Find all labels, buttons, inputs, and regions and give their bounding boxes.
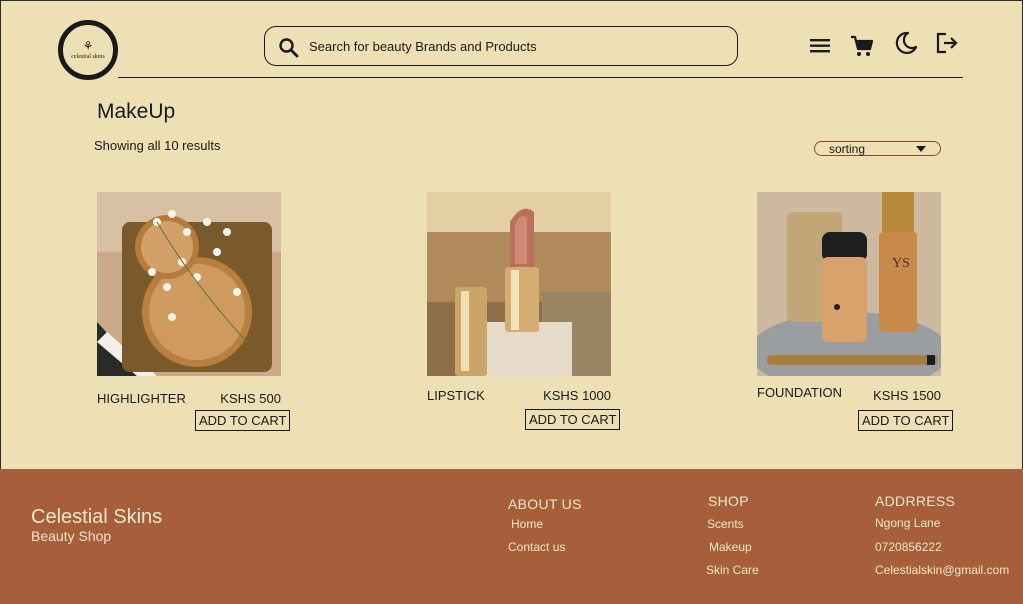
sort-dropdown[interactable]: sorting (814, 141, 941, 156)
site-footer: Celestial Skins Beauty Shop ABOUT US Hom… (0, 469, 1023, 604)
product-price: KSHS 500 (220, 391, 281, 406)
svg-text:YS: YS (892, 256, 910, 271)
footer-link-makeup[interactable]: Makeup (709, 540, 752, 554)
footer-shop-heading: SHOP (708, 493, 749, 509)
foundation-product-image[interactable]: YS (757, 192, 941, 376)
product-card-highlighter: HIGHLIGHTER KSHS 500 ADD TO CART (97, 192, 291, 437)
caret-down-icon (916, 146, 926, 152)
result-count: Showing all 10 results (94, 138, 221, 153)
add-to-cart-button[interactable]: ADD TO CART (195, 410, 291, 431)
menu-icon[interactable] (807, 33, 833, 59)
footer-address-phone: 0720856222 (875, 540, 942, 554)
search-input[interactable] (309, 38, 709, 54)
cart-icon[interactable] (849, 33, 875, 59)
dark-mode-moon-icon[interactable] (893, 30, 919, 56)
search-icon[interactable] (277, 36, 301, 60)
logo-text: celestial skins (71, 54, 105, 60)
header-divider (118, 77, 963, 78)
sort-label: sorting (829, 142, 866, 156)
footer-tagline: Beauty Shop (31, 528, 112, 544)
logout-icon[interactable] (934, 30, 960, 56)
footer-link-scents[interactable]: Scents (707, 517, 744, 531)
product-name: HIGHLIGHTER (97, 391, 186, 406)
highlighter-product-image[interactable] (97, 192, 281, 376)
add-to-cart-button[interactable]: ADD TO CART (525, 409, 621, 430)
product-name: LIPSTICK (427, 388, 485, 403)
product-card-foundation: YS FOUNDATION KSHS 1500 ADD TO CART (757, 192, 954, 437)
footer-brand-name: Celestial Skins (31, 506, 163, 528)
add-to-cart-button[interactable]: ADD TO CART (858, 410, 954, 431)
footer-link-home[interactable]: Home (511, 517, 543, 531)
footer-address-heading: ADDRRESS (875, 493, 956, 509)
footer-link-contact[interactable]: Contact us (508, 540, 565, 554)
lipstick-product-image[interactable] (427, 192, 611, 376)
product-price: KSHS 1000 (543, 388, 611, 403)
site-logo[interactable]: ⚘ celestial skins (58, 20, 118, 80)
product-name: FOUNDATION (757, 385, 842, 400)
footer-about-heading: ABOUT US (508, 496, 582, 512)
footer-address-street: Ngong Lane (875, 516, 941, 530)
page-title: MakeUp (97, 100, 176, 123)
logo-mark-icon: ⚘ (82, 39, 94, 53)
footer-address-email[interactable]: Celestialskin@gmail.com (875, 563, 1009, 577)
product-price: KSHS 1500 (873, 388, 941, 403)
footer-link-skin-care[interactable]: Skin Care (706, 563, 759, 577)
search-bar (264, 26, 738, 66)
product-card-lipstick: LIPSTICK KSHS 1000 ADD TO CART (427, 192, 621, 437)
